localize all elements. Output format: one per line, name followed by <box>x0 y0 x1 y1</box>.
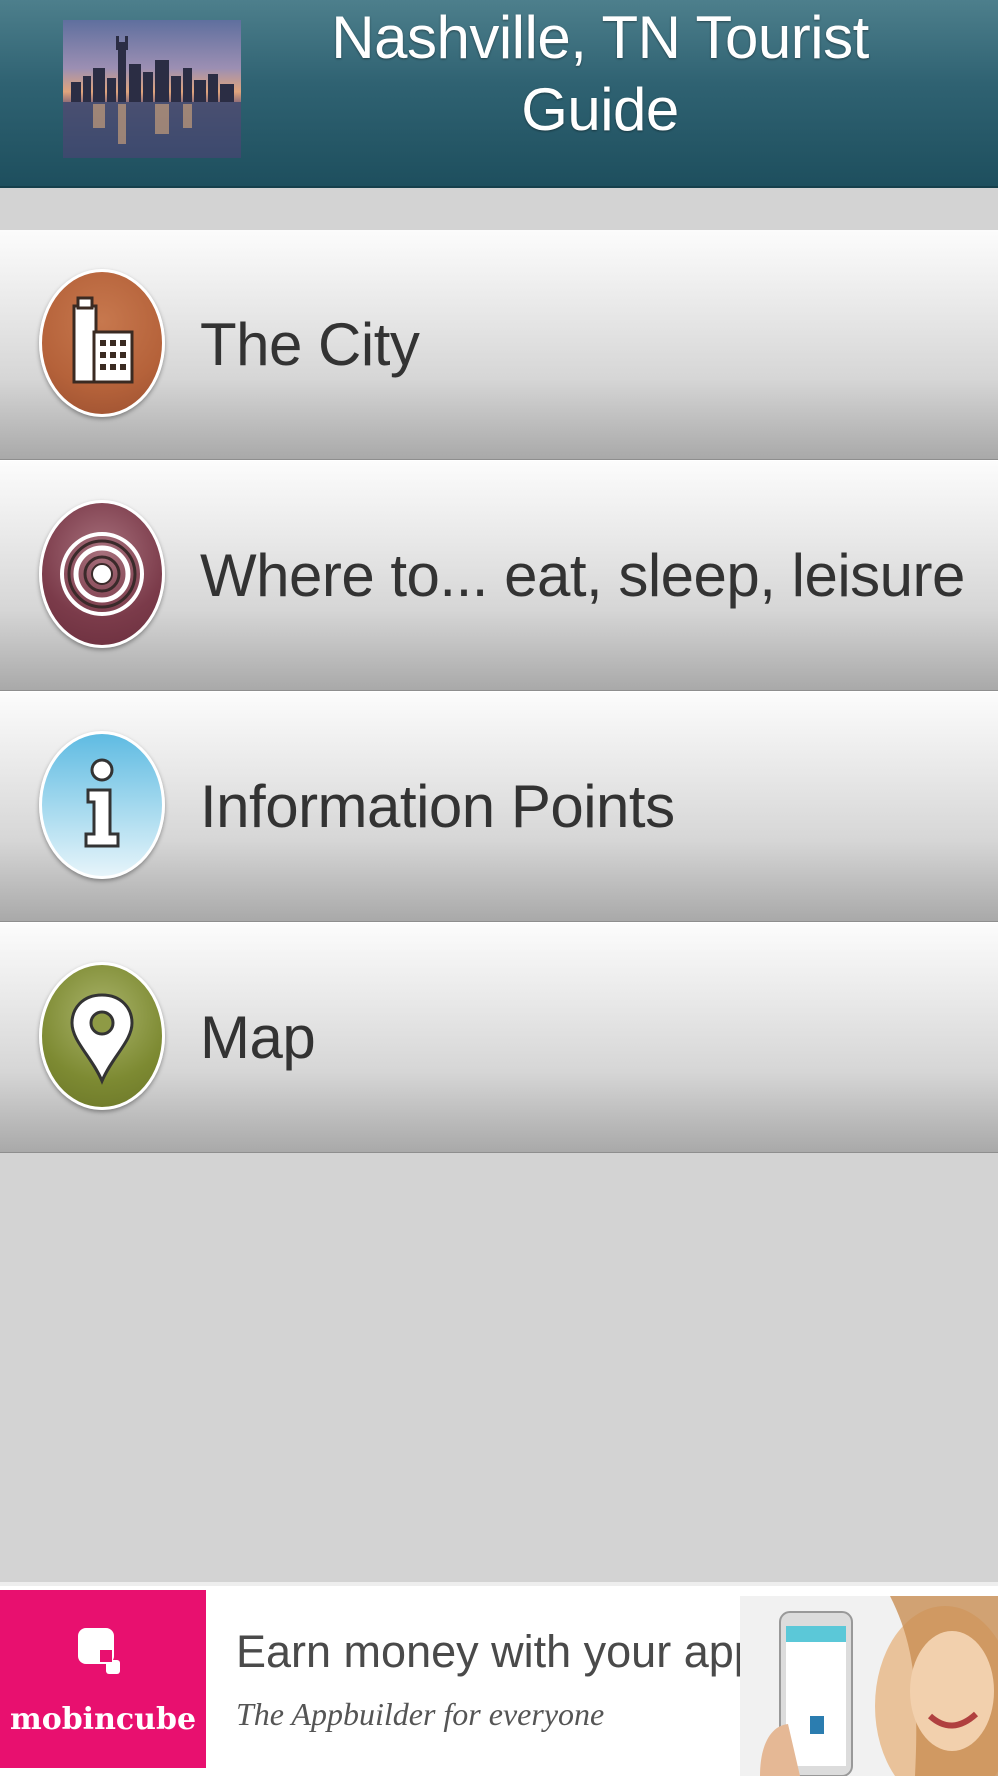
target-icon <box>39 500 165 648</box>
menu-item-label: Map <box>200 1004 316 1071</box>
app-header: Nashville, TN Tourist Guide <box>0 0 998 188</box>
menu-item-information-points[interactable]: Information Points <box>0 691 998 922</box>
ad-promo-image <box>740 1596 998 1776</box>
ad-banner[interactable]: mobincube Earn money with your apps The … <box>0 1582 998 1778</box>
menu-item-label: The City <box>200 311 420 378</box>
menu-item-where-to[interactable]: Where to... eat, sleep, leisure <box>0 460 998 691</box>
menu-item-the-city[interactable]: The City <box>0 230 998 460</box>
app-screen: Nashville, TN Tourist Guide The City Whe… <box>0 0 998 1778</box>
skyline-image <box>63 20 241 158</box>
main-menu: The City Where to... eat, sleep, leisure <box>0 230 998 1153</box>
ad-brand: mobincube <box>9 1702 197 1737</box>
menu-item-map[interactable]: Map <box>0 922 998 1153</box>
ad-tagline: The Appbuilder for everyone <box>236 1696 605 1732</box>
mobincube-logo: mobincube <box>0 1590 206 1768</box>
info-icon <box>39 731 165 879</box>
building-icon <box>39 269 165 417</box>
menu-item-label: Where to... eat, sleep, leisure <box>200 542 965 609</box>
menu-item-label: Information Points <box>200 773 675 840</box>
app-title: Nashville, TN Tourist Guide <box>331 4 869 143</box>
mobincube-mark-icon <box>78 1628 120 1674</box>
ad-headline: Earn money with your apps <box>236 1626 782 1677</box>
map-pin-icon <box>39 962 165 1110</box>
city-skyline-photo <box>63 20 241 158</box>
